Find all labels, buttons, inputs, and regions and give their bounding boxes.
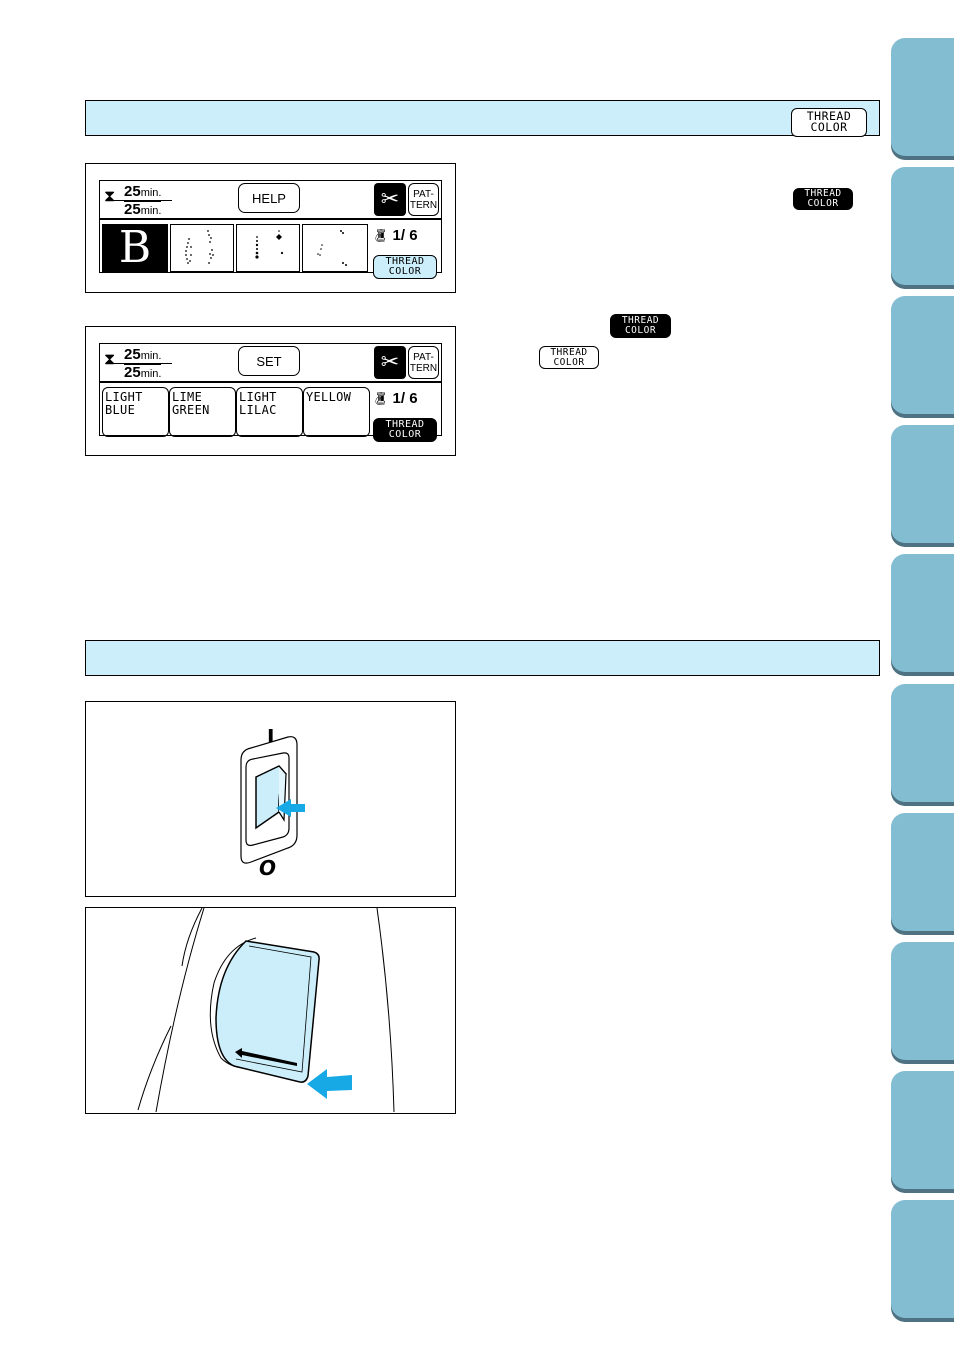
color-option-lime-green[interactable]: LIME GREEN (169, 387, 236, 437)
inline-thread-color-icon-3: THREAD COLOR (539, 340, 599, 369)
spool-icon: 🧵︎ (372, 391, 389, 406)
thread-color-label-line2: COLOR (810, 120, 848, 134)
stitch-preview-1[interactable] (170, 224, 234, 272)
pattern-label-line2: TERN (409, 199, 438, 211)
help-button[interactable]: HELP (238, 183, 300, 213)
color-label-line2: BLUE (105, 402, 136, 417)
time-remaining: 25min. (124, 184, 161, 201)
chapter-tab-8[interactable] (891, 941, 954, 1060)
cover-illustration (85, 907, 456, 1114)
counter-value: 1/ 6 (392, 390, 418, 407)
lcd-illustration-1: ⧗ 25min. 25min. HELP ✂ PAT- TERN B 🧵︎ 1/… (85, 163, 456, 293)
thread-color-button[interactable]: THREAD COLOR (373, 412, 438, 442)
power-switch-drawing: I O (240, 725, 305, 880)
time-total: 25min. (124, 201, 162, 219)
screen-divider (100, 218, 441, 220)
thread-color-label-line2: COLOR (553, 356, 585, 368)
chapter-tab-6[interactable] (891, 683, 954, 802)
cover-drawing (137, 907, 395, 1113)
thread-color-label-line2: COLOR (807, 197, 839, 209)
time-remaining-value: 25 (124, 346, 141, 363)
lcd-screen: ⧗ 25min. 25min. SET ✂ PAT- TERN LIGHT BL… (99, 343, 442, 442)
stitch-pattern-2-icon (255, 230, 284, 259)
thread-color-button-icon: THREAD COLOR (791, 105, 867, 137)
color-option-light-lilac[interactable]: LIGHT LILAC (236, 387, 303, 437)
color-label-line2: LILAC (239, 402, 277, 417)
stitch-pattern-3-icon (317, 230, 347, 266)
time-remaining-value: 25 (124, 183, 141, 200)
time-remaining: 25min. (124, 347, 161, 364)
color-option-yellow[interactable]: YELLOW (303, 387, 370, 437)
chapter-tab-2[interactable] (891, 167, 954, 286)
scissors-icon[interactable]: ✂ (374, 183, 406, 216)
hourglass-icon: ⧗ (104, 186, 116, 205)
section-header-thread-color: THREAD COLOR (85, 100, 880, 137)
stitch-preview-2[interactable] (236, 224, 300, 272)
time-total-value: 25 (124, 201, 141, 218)
chapter-tab-1[interactable] (891, 38, 954, 156)
color-label-line2: GREEN (172, 402, 210, 417)
stitch-preview-3[interactable] (302, 224, 368, 272)
color-label-line1: YELLOW (306, 390, 352, 404)
color-label-line1: LIGHT (105, 390, 143, 404)
sewing-time-display: ⧗ 25min. 25min. (104, 183, 174, 219)
pattern-button[interactable]: PAT- TERN (408, 346, 439, 379)
cover-door[interactable] (215, 940, 320, 1083)
pattern-button[interactable]: PAT- TERN (408, 183, 439, 216)
thread-color-counter: 🧵︎ 1/ 6 (372, 390, 418, 407)
switch-off-label: O (259, 856, 276, 880)
set-button[interactable]: SET (238, 346, 300, 376)
pattern-cell-selected[interactable]: B (102, 224, 168, 272)
counter-value: 1/ 6 (392, 227, 418, 244)
inline-thread-color-icon-2: THREAD COLOR (610, 308, 671, 338)
lcd-screen: ⧗ 25min. 25min. HELP ✂ PAT- TERN B 🧵︎ 1/… (99, 180, 442, 279)
machine-edge-line (137, 1025, 172, 1111)
selected-letter: B (118, 222, 152, 273)
sewing-time-display: ⧗ 25min. 25min. (104, 346, 174, 382)
stitch-pattern-1-icon (185, 230, 214, 264)
power-switch-illustration: I O (85, 701, 456, 897)
time-total-value: 25 (124, 364, 141, 381)
time-total: 25min. (124, 364, 162, 382)
time-unit: min. (140, 350, 162, 362)
spool-icon: 🧵︎ (372, 228, 389, 243)
press-arrow-icon (307, 1069, 352, 1099)
hourglass-icon: ⧗ (104, 349, 116, 368)
color-label-line1: LIME (172, 390, 203, 404)
section-header-2 (85, 640, 880, 676)
chapter-tab-5[interactable] (891, 554, 954, 673)
machine-curve-line (155, 907, 205, 1113)
screen-divider (100, 381, 441, 383)
time-unit: min. (140, 187, 162, 199)
thread-color-label-line2: COLOR (388, 429, 422, 440)
time-unit: min. (140, 205, 162, 217)
color-option-light-blue[interactable]: LIGHT BLUE (102, 387, 169, 437)
scissors-icon[interactable]: ✂ (374, 346, 406, 379)
pattern-label-line1: PAT- (413, 188, 434, 200)
machine-edge-line (181, 907, 203, 967)
thread-color-button[interactable]: THREAD COLOR (373, 249, 438, 279)
thread-color-label-line2: COLOR (388, 266, 422, 277)
lcd-illustration-2: ⧗ 25min. 25min. SET ✂ PAT- TERN LIGHT BL… (85, 326, 456, 456)
thread-color-counter: 🧵︎ 1/ 6 (372, 227, 418, 244)
time-unit: min. (140, 368, 162, 380)
pattern-label-line1: PAT- (413, 351, 434, 363)
pattern-label-line2: TERN (409, 362, 438, 374)
chapter-tab-3[interactable] (891, 296, 954, 415)
chapter-tab-10[interactable] (891, 1199, 954, 1318)
inline-thread-color-icon-1: THREAD COLOR (793, 181, 853, 210)
thread-color-label-line2: COLOR (624, 324, 657, 336)
chapter-tab-9[interactable] (891, 1070, 954, 1189)
chapter-tab-7[interactable] (891, 812, 954, 931)
machine-body-line (376, 907, 395, 1113)
color-label-line1: LIGHT (239, 390, 277, 404)
chapter-tab-4[interactable] (891, 425, 954, 544)
